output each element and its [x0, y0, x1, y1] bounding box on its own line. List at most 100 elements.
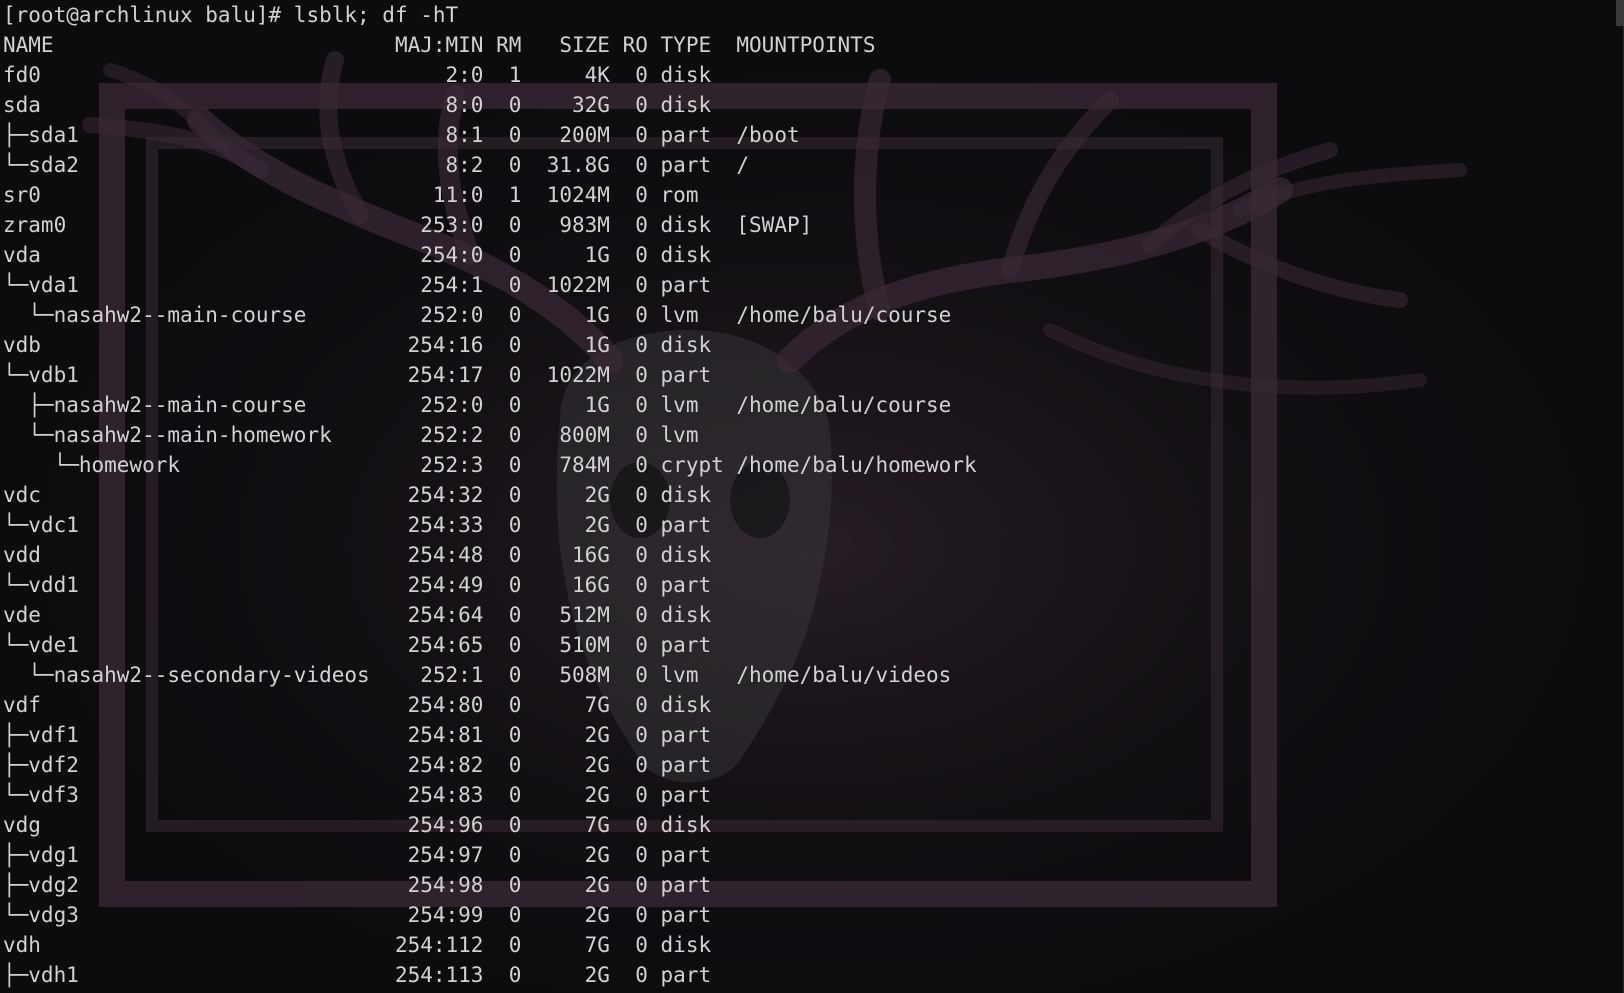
device-type: disk — [660, 333, 737, 357]
device-name: └─vdb1 — [3, 363, 383, 387]
column-gap — [483, 873, 496, 897]
device-majmin: 254:98 — [382, 873, 484, 897]
device-majmin: 254:1 — [382, 273, 484, 297]
device-type: part — [660, 573, 737, 597]
device-ro: 0 — [622, 363, 648, 387]
column-gap — [483, 243, 496, 267]
device-type: disk — [660, 483, 737, 507]
column-gap — [521, 543, 534, 567]
device-majmin: 254:65 — [382, 633, 484, 657]
device-rm: 0 — [496, 633, 522, 657]
device-ro: 0 — [622, 243, 648, 267]
column-gap — [483, 393, 496, 417]
device-size: 784M — [534, 453, 610, 477]
device-size: 983M — [534, 213, 610, 237]
device-name: └─nasahw2--main-course — [3, 303, 383, 327]
device-majmin: 254:82 — [382, 753, 484, 777]
device-rm: 0 — [496, 333, 522, 357]
device-majmin: 254:32 — [382, 483, 484, 507]
terminal-output[interactable]: [root@archlinux balu]# lsblk; df -hT NAME… — [3, 0, 977, 990]
device-type: part — [660, 273, 737, 297]
column-gap — [610, 723, 623, 747]
device-majmin: 254:16 — [382, 333, 484, 357]
device-majmin: 252:0 — [382, 393, 484, 417]
column-gap — [483, 933, 496, 957]
device-name: └─vdc1 — [3, 513, 383, 537]
device-name: vdc — [3, 483, 383, 507]
device-ro: 0 — [622, 153, 648, 177]
device-row: zram0 253:0 0 983M 0 disk [SWAP] — [3, 210, 977, 240]
device-row: vdb 254:16 0 1G 0 disk — [3, 330, 977, 360]
device-size: 1024M — [534, 183, 610, 207]
column-gap — [483, 513, 496, 537]
device-row: fd0 2:0 1 4K 0 disk — [3, 60, 977, 90]
device-type: part — [660, 753, 737, 777]
column-gap — [483, 453, 496, 477]
device-majmin: 8:1 — [382, 123, 484, 147]
device-row: └─vda1 254:1 0 1022M 0 part — [3, 270, 977, 300]
shell-prompt: [root@archlinux balu]# — [3, 3, 294, 27]
device-row: vdh 254:112 0 7G 0 disk — [3, 930, 977, 960]
column-gap — [521, 483, 534, 507]
device-mountpoint: /home/balu/videos — [736, 663, 952, 687]
device-size: 2G — [534, 843, 610, 867]
device-size: 2G — [534, 483, 610, 507]
column-gap — [521, 393, 534, 417]
device-type: disk — [660, 933, 737, 957]
device-row: vdd 254:48 0 16G 0 disk — [3, 540, 977, 570]
device-row: ├─sda1 8:1 0 200M 0 part /boot — [3, 120, 977, 150]
column-gap — [648, 693, 661, 717]
scrollbar-thumb[interactable] — [1616, 0, 1624, 26]
column-gap — [483, 573, 496, 597]
device-type: part — [660, 153, 737, 177]
device-majmin: 2:0 — [382, 63, 484, 87]
device-name: vde — [3, 603, 383, 627]
column-gap — [610, 843, 623, 867]
device-name: ├─vdg2 — [3, 873, 383, 897]
device-majmin: 11:0 — [382, 183, 484, 207]
terminal-window[interactable]: [root@archlinux balu]# lsblk; df -hT NAME… — [0, 0, 1624, 993]
device-ro: 0 — [622, 123, 648, 147]
device-ro: 0 — [622, 543, 648, 567]
device-ro: 0 — [622, 633, 648, 657]
column-gap — [648, 663, 661, 687]
column-gap — [610, 963, 623, 987]
column-gap — [521, 903, 534, 927]
device-mountpoint: /home/balu/homework — [736, 453, 977, 477]
column-gap — [483, 63, 496, 87]
column-gap — [483, 93, 496, 117]
device-name: └─vdd1 — [3, 573, 383, 597]
device-ro: 0 — [622, 693, 648, 717]
device-type: part — [660, 843, 737, 867]
device-rm: 0 — [496, 513, 522, 537]
device-rm: 0 — [496, 153, 522, 177]
device-row: vde 254:64 0 512M 0 disk — [3, 600, 977, 630]
device-name: └─vdg3 — [3, 903, 383, 927]
column-gap — [521, 873, 534, 897]
device-type: part — [660, 123, 737, 147]
device-rm: 0 — [496, 963, 522, 987]
device-row: └─sda2 8:2 0 31.8G 0 part / — [3, 150, 977, 180]
column-gap — [483, 153, 496, 177]
device-name: ├─vdh1 — [3, 963, 383, 987]
column-gap — [648, 933, 661, 957]
column-gap — [483, 753, 496, 777]
device-type: lvm — [660, 423, 737, 447]
device-row: ├─vdh1 254:113 0 2G 0 part — [3, 960, 977, 990]
device-row: sr0 11:0 1 1024M 0 rom — [3, 180, 977, 210]
column-gap — [610, 753, 623, 777]
device-majmin: 252:3 — [382, 453, 484, 477]
column-gap — [648, 903, 661, 927]
device-size: 31.8G — [534, 153, 610, 177]
device-size: 4K — [534, 63, 610, 87]
device-rm: 0 — [496, 93, 522, 117]
device-type: lvm — [660, 663, 737, 687]
column-gap — [521, 423, 534, 447]
column-gap — [610, 183, 623, 207]
device-ro: 0 — [622, 783, 648, 807]
device-row: vdg 254:96 0 7G 0 disk — [3, 810, 977, 840]
device-name: ├─vdf1 — [3, 723, 383, 747]
device-name: vdg — [3, 813, 383, 837]
device-rm: 0 — [496, 243, 522, 267]
device-rm: 0 — [496, 933, 522, 957]
